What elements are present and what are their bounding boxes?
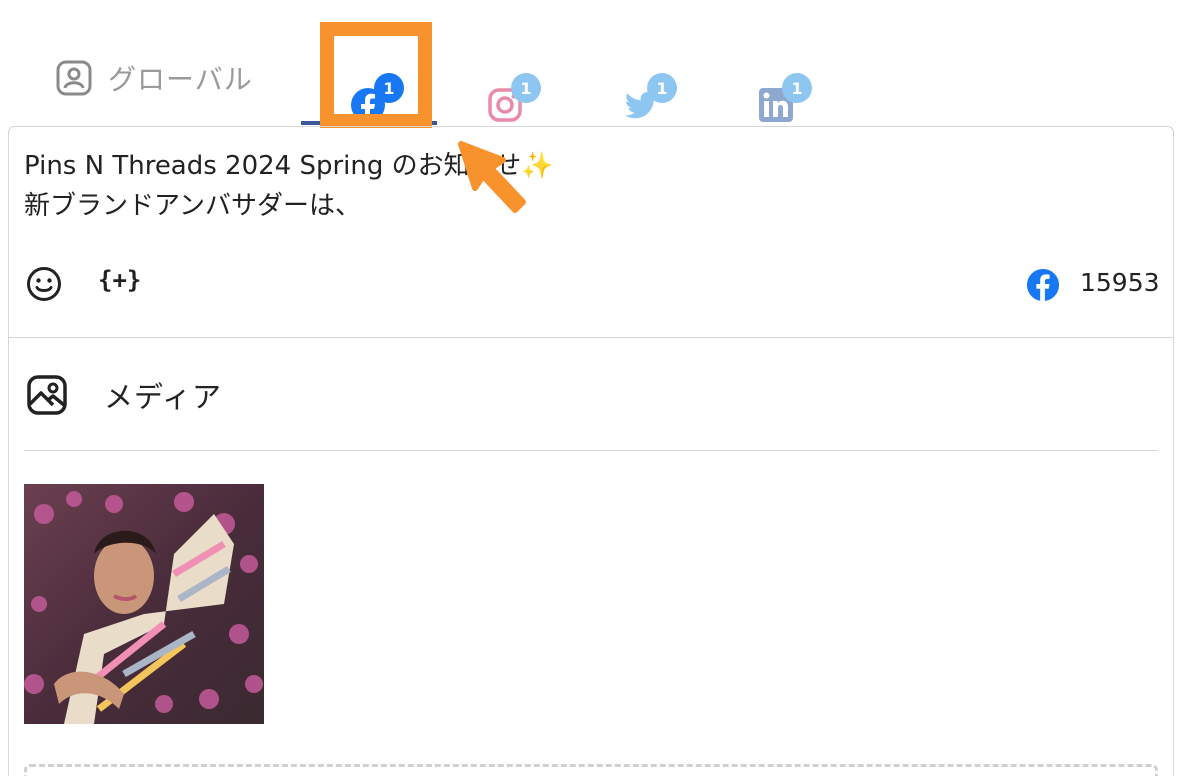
character-count: 15953 (1080, 268, 1160, 297)
media-dropzone[interactable] (24, 764, 1158, 776)
channel-tabs: グローバル 1 1 1 1 (0, 0, 1182, 127)
media-section-label: メディア (104, 380, 222, 414)
facebook-count-icon (1026, 268, 1060, 306)
post-text-line-1-text: Pins N Threads 2024 Spring のお知らせ (24, 151, 522, 181)
pointer-arrow-icon (455, 138, 535, 222)
linkedin-icon: 1 (758, 73, 812, 123)
smiley-icon (26, 267, 62, 306)
tab-global-label: グローバル (108, 63, 253, 96)
twitter-icon: 1 (623, 73, 677, 123)
post-composer: グローバル 1 1 1 1 Pins N Threads 2024 Spring… (0, 0, 1182, 776)
image-icon (26, 374, 68, 420)
divider (8, 337, 1174, 338)
user-card-icon (56, 60, 92, 96)
tab-global[interactable]: グローバル (56, 56, 253, 100)
instagram-icon: 1 (487, 73, 541, 123)
twitter-badge: 1 (647, 73, 677, 103)
instagram-badge: 1 (511, 73, 541, 103)
media-thumbnail[interactable] (24, 484, 264, 724)
highlight-box (320, 22, 432, 128)
linkedin-badge: 1 (782, 73, 812, 103)
divider (24, 450, 1158, 451)
insert-variable-button[interactable]: {+} (98, 266, 141, 294)
emoji-button[interactable] (26, 266, 62, 306)
